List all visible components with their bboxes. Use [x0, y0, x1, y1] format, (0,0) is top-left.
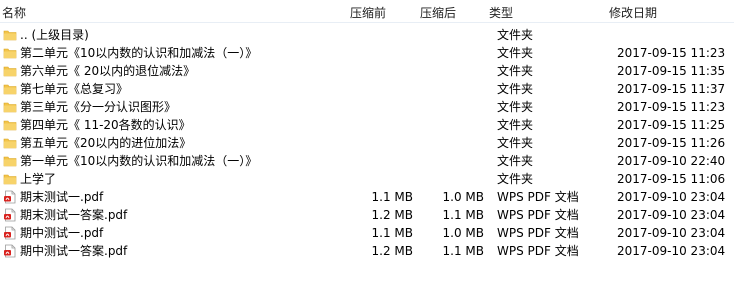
file-modified-date: 2017-09-15 11:25 [617, 118, 726, 132]
file-name: 第六单元《 20以内的退位减法》 [20, 64, 196, 78]
folder-icon [3, 172, 17, 186]
folder-icon [3, 136, 17, 150]
file-type: 文件夹 [497, 136, 534, 150]
file-type: 文件夹 [497, 28, 534, 42]
file-type: 文件夹 [497, 100, 534, 114]
file-name: 第四单元《 11-20各数的认识》 [20, 118, 191, 132]
column-header-name[interactable]: 名称 [2, 4, 26, 21]
file-name: 期末测试一答案.pdf [20, 208, 128, 222]
file-row[interactable]: 第六单元《 20以内的退位减法》 文件夹 2017-09-15 11:35 [0, 62, 734, 80]
file-type: 文件夹 [497, 118, 534, 132]
file-row[interactable]: 第四单元《 11-20各数的认识》 文件夹 2017-09-15 11:25 [0, 116, 734, 134]
file-name: 第一单元《10以内数的认识和加减法（一）》 [20, 154, 258, 168]
file-modified-date: 2017-09-10 22:40 [617, 154, 726, 168]
file-size-after: 1.1 MB [442, 244, 484, 258]
file-modified-date: 2017-09-15 11:37 [617, 82, 726, 96]
file-row[interactable]: 期中测试一答案.pdf 1.2 MB 1.1 MB WPS PDF 文档 2017-09… [0, 242, 734, 260]
column-header-size-before[interactable]: 压缩前 [350, 4, 386, 21]
folder-icon [3, 46, 17, 60]
file-type: 文件夹 [497, 172, 534, 186]
folder-icon [3, 64, 17, 78]
file-type: WPS PDF 文档 [497, 190, 579, 204]
file-modified-date: 2017-09-10 23:04 [617, 226, 726, 240]
file-row[interactable]: 第五单元《20以内的进位加法》 文件夹 2017-09-15 11:26 [0, 134, 734, 152]
file-row[interactable]: 期末测试一答案.pdf 1.2 MB 1.1 MB WPS PDF 文档 2017-09… [0, 206, 734, 224]
file-name: 期中测试一.pdf [20, 226, 104, 240]
file-row[interactable]: 上学了 文件夹 2017-09-15 11:06 [0, 170, 734, 188]
file-row[interactable]: 第七单元《总复习》 文件夹 2017-09-15 11:37 [0, 80, 734, 98]
file-type: 文件夹 [497, 82, 534, 96]
folder-icon [3, 154, 17, 168]
file-name: 期末测试一.pdf [20, 190, 104, 204]
pdf-icon [3, 226, 17, 240]
file-name: 第五单元《20以内的进位加法》 [20, 136, 192, 150]
file-modified-date: 2017-09-15 11:35 [617, 64, 726, 78]
file-row[interactable]: 第一单元《10以内数的认识和加减法（一）》 文件夹 2017-09-10 22:40 [0, 152, 734, 170]
file-row[interactable]: .. (上级目录) 文件夹 [0, 26, 734, 44]
file-modified-date: 2017-09-15 11:26 [617, 136, 726, 150]
pdf-icon [3, 190, 17, 204]
file-name: 第二单元《10以内数的认识和加减法（一）》 [20, 46, 258, 60]
file-list: .. (上级目录) 文件夹 第二单元《10以内数的认识和加减法（一）》 文件夹 2017… [0, 23, 734, 260]
file-type: 文件夹 [497, 154, 534, 168]
file-name: 上学了 [20, 172, 57, 186]
column-header-modified[interactable]: 修改日期 [609, 4, 657, 21]
pdf-icon [3, 208, 17, 222]
file-type: 文件夹 [497, 64, 534, 78]
file-name: 期中测试一答案.pdf [20, 244, 128, 258]
file-size-before: 1.1 MB [371, 226, 413, 240]
column-header-size-after[interactable]: 压缩后 [420, 4, 456, 21]
file-modified-date: 2017-09-10 23:04 [617, 244, 726, 258]
file-modified-date: 2017-09-10 23:04 [617, 190, 726, 204]
file-name: 第三单元《分一分认识图形》 [20, 100, 177, 114]
file-type: WPS PDF 文档 [497, 208, 579, 222]
file-size-after: 1.0 MB [442, 190, 484, 204]
file-modified-date: 2017-09-15 11:06 [617, 172, 726, 186]
file-type: 文件夹 [497, 46, 534, 60]
file-modified-date: 2017-09-15 11:23 [617, 100, 726, 114]
file-row[interactable]: 期末测试一.pdf 1.1 MB 1.0 MB WPS PDF 文档 2017-09-1… [0, 188, 734, 206]
folder-icon [3, 118, 17, 132]
file-size-before: 1.2 MB [371, 208, 413, 222]
file-type: WPS PDF 文档 [497, 244, 579, 258]
folder-icon [3, 82, 17, 96]
file-size-after: 1.0 MB [442, 226, 484, 240]
file-row[interactable]: 期中测试一.pdf 1.1 MB 1.0 MB WPS PDF 文档 2017-09-1… [0, 224, 734, 242]
file-row[interactable]: 第三单元《分一分认识图形》 文件夹 2017-09-15 11:23 [0, 98, 734, 116]
pdf-icon [3, 244, 17, 258]
file-name: 第七单元《总复习》 [20, 82, 129, 96]
file-size-before: 1.1 MB [371, 190, 413, 204]
file-size-before: 1.2 MB [371, 244, 413, 258]
file-type: WPS PDF 文档 [497, 226, 579, 240]
file-modified-date: 2017-09-10 23:04 [617, 208, 726, 222]
column-header-type[interactable]: 类型 [489, 4, 513, 21]
column-header-bar: 名称 压缩前 压缩后 类型 修改日期 [0, 0, 734, 23]
file-row[interactable]: 第二单元《10以内数的认识和加减法（一）》 文件夹 2017-09-15 11:23 [0, 44, 734, 62]
folder-icon [3, 28, 17, 42]
folder-icon [3, 100, 17, 114]
file-modified-date: 2017-09-15 11:23 [617, 46, 726, 60]
file-name: .. (上级目录) [20, 28, 89, 42]
file-size-after: 1.1 MB [442, 208, 484, 222]
